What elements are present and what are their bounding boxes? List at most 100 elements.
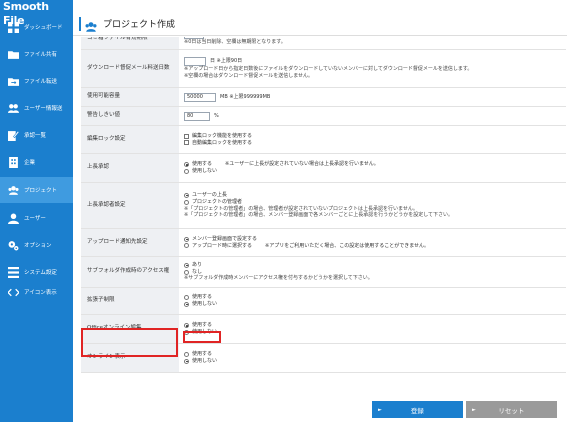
sidebar-item-company[interactable]: 企業: [0, 149, 73, 175]
row-warning-threshold: 警告しきい値 80%: [81, 107, 566, 126]
sidebar-item-label: システム設定: [24, 270, 57, 276]
field-label: アップロード通知先設定: [81, 229, 179, 256]
sidebar-item-user-info[interactable]: ユーザー情報送: [0, 95, 73, 121]
field-label: ダウンロード督促メール料送日数: [81, 50, 179, 87]
sidebar-item-label: オプション: [24, 243, 52, 249]
field-note: ※「プロジェクトの管理者」の場合、メンバー登録画面で各メンバーごとに上長承認を行…: [184, 212, 454, 219]
field-suffix: 日 ※上限90日: [210, 58, 243, 65]
option-label: 使用する: [192, 322, 213, 329]
sidebar-item-file-transfer[interactable]: ファイル転送: [0, 68, 73, 94]
field-label: オンライン表示: [81, 344, 179, 372]
field-suffix: %: [214, 112, 219, 119]
option-label: メンバー登録画面で設定する: [192, 235, 258, 242]
sidebar-item-project[interactable]: プロジェクト: [0, 177, 73, 203]
field-label: 警告しきい値: [81, 107, 179, 125]
system-icon: [8, 266, 19, 278]
subfolder-access-yes-radio[interactable]: [184, 262, 189, 268]
gears-icon: [8, 240, 19, 251]
warning-threshold-input[interactable]: 80: [184, 111, 210, 121]
project-form: ゴミ箱ファイル有効期限 ※0日は当日削除、空欄は無期限となります。 ダウンロード…: [81, 37, 566, 373]
page-title: プロジェクト作成: [103, 20, 176, 30]
sidebar-item-label: アイコン表示: [24, 290, 57, 296]
sidebar-item-dashboard[interactable]: ダッシュボード: [0, 14, 73, 40]
row-upload-notify: アップロード通知先設定 メンバー登録画面で設定する アップロード時に選択する ※ア…: [81, 229, 566, 257]
field-label: 拡張子制限: [81, 288, 179, 314]
field-label: 使用可能容量: [81, 88, 179, 106]
field-label: ゴミ箱ファイル有効期限: [81, 37, 179, 49]
field-label: 上長承認者設定: [81, 183, 179, 228]
folder-icon: [8, 49, 19, 60]
sidebar-item-icon-display[interactable]: アイコン表示: [0, 282, 73, 302]
field-label: Officeオンライン編集: [81, 315, 179, 343]
field-note: ※アプリをご利用いただく場合、この設定は使用することができません。: [265, 242, 430, 249]
field-note: ※アップロード日から指定日数後にファイルをダウンロードしていないメンバーに対して…: [184, 66, 473, 73]
capacity-input[interactable]: 50000: [184, 92, 216, 102]
row-approver-setting: 上長承認者設定 ユーザーの上長 プロジェクトの管理者 ※「プロジェクトの管理者」…: [81, 183, 566, 229]
row-approval: 上長承認 使用する ※ユーザーに上長が設定されていない場合は上長承認を行いません。…: [81, 154, 566, 183]
sidebar-item-user[interactable]: ユーザー: [0, 205, 73, 231]
field-suffix: MB ※上限999999MB: [220, 93, 271, 100]
row-trash-period: ゴミ箱ファイル有効期限 ※0日は当日削除、空欄は無期限となります。: [81, 37, 566, 50]
sidebar-item-option[interactable]: オプション: [0, 232, 73, 258]
main-content: ゴミ箱ファイル有効期限 ※0日は当日削除、空欄は無期限となります。 ダウンロード…: [73, 37, 567, 422]
approver-admin-radio[interactable]: [184, 199, 189, 205]
page-header: プロジェクト作成: [73, 12, 567, 36]
row-download-reminder: ダウンロード督促メール料送日数 日 ※上限90日 ※アップロード日から指定日数後…: [81, 50, 566, 88]
reset-button[interactable]: ► リセット: [466, 401, 557, 418]
field-label: 編集ロック設定: [81, 126, 179, 153]
row-subfolder-access: サブフォルダ作成時のアクセス権 あり なし ※サブフォルダ作成時メンバーにアクセ…: [81, 257, 566, 288]
brand-logo: Smooth File: [3, 0, 49, 27]
option-label: 使用しない: [192, 358, 218, 364]
auto-edit-lock-checkbox[interactable]: [184, 140, 189, 146]
approval-not-use-radio[interactable]: [184, 168, 189, 174]
sidebar-item-label: ファイル共有: [24, 52, 58, 58]
option-label: 自動編集ロックを使用する: [192, 139, 253, 146]
notify-member-radio[interactable]: [184, 236, 189, 242]
row-extension-limit: 拡張子制限 使用する 使用しない: [81, 288, 566, 315]
save-button[interactable]: ► 登録: [372, 401, 463, 418]
online-display-not-use-radio[interactable]: [184, 358, 189, 364]
field-note: ※ユーザーに上長が設定されていない場合は上長承認を行いません。: [225, 161, 379, 168]
approval-use-radio[interactable]: [184, 162, 189, 168]
office-online-use-radio[interactable]: [184, 323, 189, 329]
option-label: ユーザーの上長: [192, 192, 227, 198]
option-label: プロジェクトの管理者: [192, 198, 243, 205]
edit-lock-checkbox[interactable]: [184, 133, 189, 139]
extension-not-use-radio[interactable]: [184, 301, 189, 307]
option-label: 使用する: [192, 351, 213, 358]
extension-use-radio[interactable]: [184, 295, 189, 301]
sidebar-item-file-share[interactable]: ファイル共有: [0, 41, 73, 67]
approval-icon: [8, 130, 19, 141]
folder-send-icon: [8, 76, 19, 87]
sidebar-item-label: ダッシュボード: [24, 25, 63, 31]
dashboard-icon: [8, 21, 19, 33]
notify-upload-radio[interactable]: [184, 243, 189, 249]
save-button-label: 登録: [410, 406, 424, 415]
online-display-use-radio[interactable]: [184, 352, 189, 358]
sidebar-item-label: プロジェクト: [24, 188, 58, 194]
sidebar-item-label: ユーザー情報送: [24, 106, 63, 112]
option-label: 使用しない: [192, 168, 218, 174]
field-note: ※サブフォルダ作成時メンバーにアクセス権を付与するかどうかを選択して下さい。: [184, 275, 373, 282]
sidebar: Smooth File ダッシュボード ファイル共有 ファイル転送 ユーザー情報…: [0, 0, 73, 422]
row-office-online: Officeオンライン編集 使用する 使用しない: [81, 315, 566, 344]
row-online-display: オンライン表示 使用する 使用しない: [81, 344, 566, 373]
approver-boss-radio[interactable]: [184, 192, 189, 198]
field-note: ※0日は当日削除、空欄は無期限となります。: [184, 39, 286, 46]
option-label: 使用しない: [192, 329, 218, 335]
office-online-not-use-radio[interactable]: [184, 329, 189, 335]
subfolder-access-no-radio[interactable]: [184, 269, 189, 275]
building-icon: [8, 156, 19, 168]
project-icon: [85, 18, 97, 32]
project-icon: [8, 185, 19, 196]
sidebar-item-label: 承認一覧: [24, 133, 47, 139]
download-reminder-input[interactable]: [184, 57, 206, 67]
sidebar-item-approval-list[interactable]: 承認一覧: [0, 122, 73, 148]
sidebar-item-label: ファイル転送: [24, 79, 58, 85]
option-label: アップロード時に選択する: [192, 242, 253, 249]
field-note: ※空欄の場合はダウンロード督促メールを送信しません。: [184, 73, 314, 79]
option-label: 使用しない: [192, 301, 218, 307]
sidebar-item-label: 企業: [24, 160, 36, 166]
option-label: 使用する: [192, 294, 213, 301]
option-label: あり: [192, 261, 203, 268]
